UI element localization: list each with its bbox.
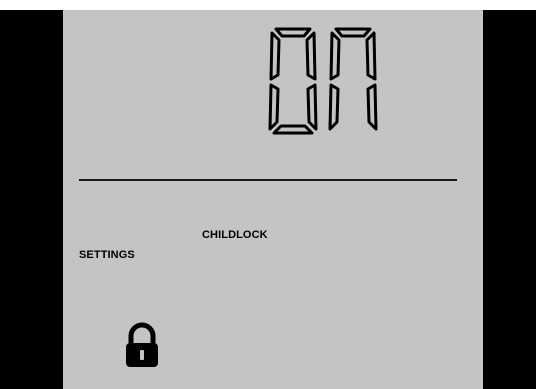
bezel-left	[0, 10, 63, 389]
segment-e	[328, 83, 340, 131]
segment-f	[329, 31, 341, 81]
segment-d	[272, 124, 314, 135]
digit-n	[328, 27, 378, 131]
padlock-icon	[126, 322, 158, 367]
segment-c	[306, 83, 318, 131]
seven-segment-display	[268, 27, 378, 135]
top-strip	[0, 0, 536, 10]
bezel-right	[483, 10, 536, 389]
settings-label: SETTINGS	[79, 249, 135, 261]
divider-line	[79, 179, 457, 181]
segment-e	[268, 83, 280, 131]
segment-b	[365, 31, 377, 81]
segment-a	[334, 27, 372, 38]
segment-a	[274, 27, 312, 38]
segment-b	[305, 31, 317, 81]
childlock-label: CHILDLOCK	[202, 229, 268, 241]
segment-c	[366, 83, 378, 131]
digit-o	[268, 27, 318, 135]
segment-f	[269, 31, 281, 81]
